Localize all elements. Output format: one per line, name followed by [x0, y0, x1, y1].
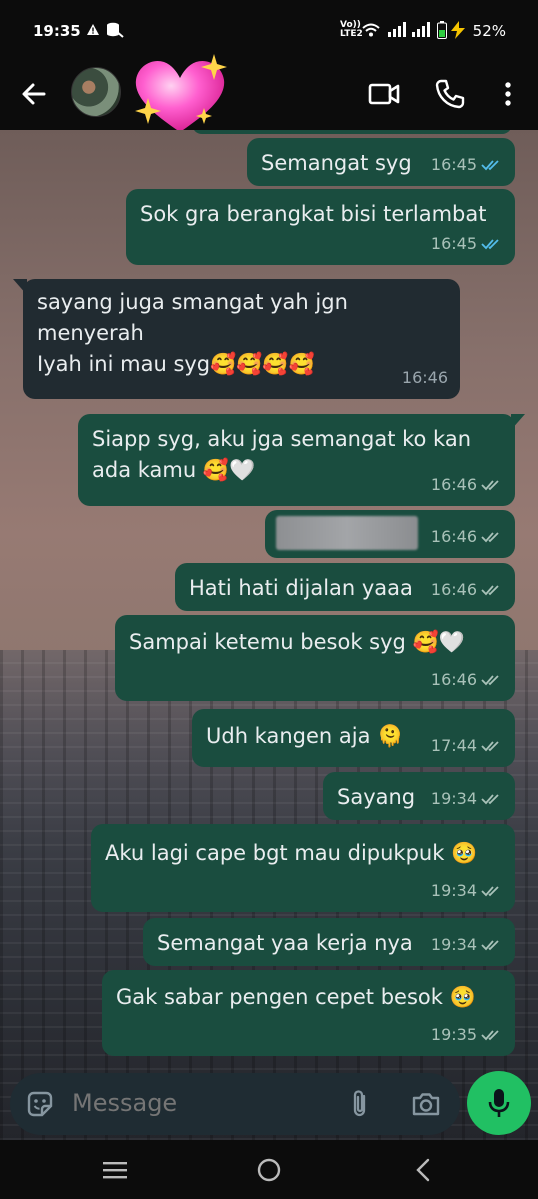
- wifi-icon: [362, 23, 380, 41]
- camera-icon[interactable]: [410, 1088, 442, 1120]
- delivered-ticks-icon: [481, 531, 499, 542]
- message-text: Sampai ketemu besok syg 🥰🤍: [129, 630, 465, 654]
- voice-call-icon[interactable]: [432, 76, 468, 112]
- message-time: 17:44: [430, 736, 477, 755]
- message-bubble-outgoing[interactable]: Semangat syg 16:45: [247, 138, 515, 186]
- message-time: 16:46: [430, 580, 477, 599]
- read-ticks-icon: [481, 159, 499, 170]
- message-text-line: menyerah: [37, 321, 144, 345]
- message-bubble-incoming[interactable]: sayang juga smangat yah jgn menyerah Iya…: [13, 279, 460, 399]
- message-time: 19:35: [430, 1025, 477, 1044]
- delivered-ticks-icon: [481, 793, 499, 804]
- delivered-ticks-icon: [481, 939, 499, 950]
- message-time: 16:45: [430, 155, 477, 174]
- delivered-ticks-icon: [481, 479, 499, 490]
- message-meta: 16:46: [402, 362, 448, 393]
- video-call-icon[interactable]: [366, 76, 402, 112]
- chat-header: [0, 54, 538, 133]
- message-meta: 16:45: [431, 149, 503, 180]
- avatar[interactable]: [71, 67, 121, 117]
- message-bubble-outgoing[interactable]: Aku lagi cape bgt mau dipukpuk 🥹 19:34: [91, 824, 515, 912]
- battery-icon: [437, 21, 447, 43]
- bubble-tail: [511, 414, 525, 430]
- message-meta: 16:46: [431, 664, 503, 695]
- system-nav-bar: [0, 1140, 538, 1199]
- delivered-ticks-icon: [481, 674, 499, 685]
- message-time: 19:34: [430, 789, 477, 808]
- message-text-line: Iyah ini mau syg🥰🥰🥰🥰: [37, 352, 315, 376]
- delivered-ticks-icon: [481, 1029, 499, 1040]
- message-meta: 16:46: [431, 469, 503, 500]
- message-bubble-outgoing[interactable]: Siapp syg, aku jga semangat ko kan ada k…: [78, 414, 525, 506]
- signal-1-icon: [388, 22, 406, 41]
- message-text: Sok gra berangkat bisi terlambat: [140, 202, 487, 226]
- message-meta: 16:45: [431, 228, 503, 259]
- message-time: 19:34: [430, 881, 477, 900]
- message-time: 16:46: [430, 527, 477, 546]
- status-bar: 19:35 Vo)) LTE2 52%: [0, 0, 538, 62]
- message-time: 16:45: [430, 234, 477, 253]
- microphone-icon: [488, 1089, 510, 1117]
- message-meta: 16:46: [431, 521, 503, 552]
- previous-message-edge: [192, 130, 512, 134]
- message-text-line: Siapp syg, aku jga semangat ko kan: [92, 427, 472, 451]
- recent-apps-icon[interactable]: [101, 1156, 129, 1184]
- message-time: 19:34: [430, 935, 477, 954]
- message-meta: 19:34: [431, 875, 503, 906]
- signal-2-icon: [412, 22, 430, 41]
- message-bubble-outgoing[interactable]: Udh kangen aja 🫠 17:44: [192, 709, 515, 767]
- bubble-tail: [13, 279, 27, 295]
- more-vert-icon[interactable]: [490, 76, 526, 112]
- read-ticks-icon: [481, 238, 499, 249]
- message-text-line: sayang juga smangat yah jgn: [37, 290, 348, 314]
- message-time: 16:46: [401, 368, 448, 387]
- message-text: Semangat syg: [261, 151, 412, 175]
- message-input[interactable]: [72, 1089, 332, 1117]
- message-time: 16:46: [430, 475, 477, 494]
- message-meta: 17:44: [431, 730, 503, 761]
- message-bubble-outgoing[interactable]: Sok gra berangkat bisi terlambat 16:45: [126, 189, 515, 265]
- emoji-sticker-icon[interactable]: [24, 1088, 56, 1120]
- home-icon[interactable]: [255, 1156, 283, 1184]
- message-meta: 19:34: [431, 929, 503, 960]
- message-meta: 19:35: [431, 1019, 503, 1050]
- message-text: Aku lagi cape bgt mau dipukpuk 🥹: [105, 841, 478, 865]
- attach-paperclip-icon[interactable]: [344, 1088, 376, 1120]
- message-bubble-outgoing[interactable]: Gak sabar pengen cepet besok 🥹 19:35: [102, 970, 515, 1056]
- network-label: Vo)) LTE2: [340, 20, 363, 39]
- message-bubble-outgoing[interactable]: Semangat yaa kerja nya 19:34: [143, 918, 515, 966]
- voice-record-button[interactable]: [467, 1071, 531, 1135]
- message-meta: 16:46: [431, 574, 503, 605]
- sparkling-heart-emoji[interactable]: [130, 50, 230, 138]
- delivered-ticks-icon: [481, 885, 499, 896]
- redacted-content: [276, 516, 418, 550]
- battery-percent: 52%: [472, 22, 506, 40]
- volte-icon: Vo)) LTE2: [340, 21, 363, 39]
- message-bubble-outgoing[interactable]: Hati hati dijalan yaaa 16:46: [175, 563, 515, 611]
- message-meta: 19:34: [431, 783, 503, 814]
- message-time: 16:46: [430, 670, 477, 689]
- charging-icon: [449, 21, 467, 43]
- message-text: Semangat yaa kerja nya: [157, 931, 413, 955]
- message-bubble-outgoing[interactable]: Sayang 19:34: [323, 772, 515, 820]
- message-bubble-outgoing[interactable]: Sampai ketemu besok syg 🥰🤍 16:46: [115, 615, 515, 701]
- message-text: Udh kangen aja 🫠: [206, 724, 404, 748]
- status-time: 19:35: [33, 22, 81, 40]
- message-text: Gak sabar pengen cepet besok 🥹: [116, 985, 476, 1009]
- message-text: Sayang: [337, 785, 416, 809]
- message-composer: [10, 1073, 460, 1135]
- delivered-ticks-icon: [481, 740, 499, 751]
- warning-icon: [86, 23, 100, 40]
- back-arrow-icon[interactable]: [16, 76, 52, 112]
- back-nav-icon[interactable]: [410, 1156, 438, 1184]
- storage-icon: [106, 22, 124, 42]
- delivered-ticks-icon: [481, 584, 499, 595]
- message-text: Hati hati dijalan yaaa: [189, 576, 413, 600]
